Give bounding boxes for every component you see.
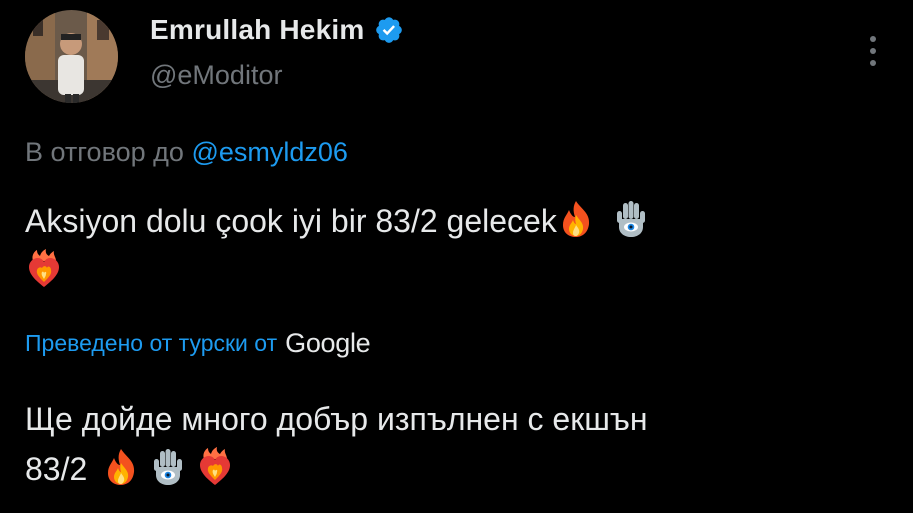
more-dot [870,36,876,42]
author-display-name[interactable]: Emrullah Hekim [150,14,364,46]
translated-line-1: Ще дойде много добър изпълнен с екшън [25,401,648,437]
avatar[interactable] [25,10,118,103]
reply-prefix: В отговор до [25,137,184,167]
fire-icon [557,199,595,239]
tweet-body: Aksiyon dolu çook iyi bir 83/2 gelecek [25,203,557,239]
more-options-icon[interactable] [858,34,888,68]
translated-text: Ще дойде много добър изпълнен с екшън 83… [25,394,895,494]
author-name-row: Emrullah Hekim [150,14,404,46]
more-dot [870,48,876,54]
hamsa-icon [149,447,187,487]
hamsa-icon [612,199,650,239]
reply-mention-link[interactable]: @esmyldz06 [191,137,347,167]
translated-line-2: 83/2 [25,451,88,487]
tweet-text: Aksiyon dolu çook iyi bir 83/2 gelecek [25,196,885,296]
author-handle[interactable]: @eModitor [150,60,282,91]
heart-on-fire-icon [25,249,63,289]
google-logo: Google [285,328,371,358]
verified-badge-icon[interactable] [374,15,404,45]
fire-icon [102,447,140,487]
more-dot [870,60,876,66]
heart-on-fire-icon [196,447,234,487]
translation-label: Преведено от турски от [25,330,278,356]
reply-context: В отговор до @esmyldz06 [25,137,348,168]
translation-attribution[interactable]: Преведено от турски от Google [25,328,371,359]
